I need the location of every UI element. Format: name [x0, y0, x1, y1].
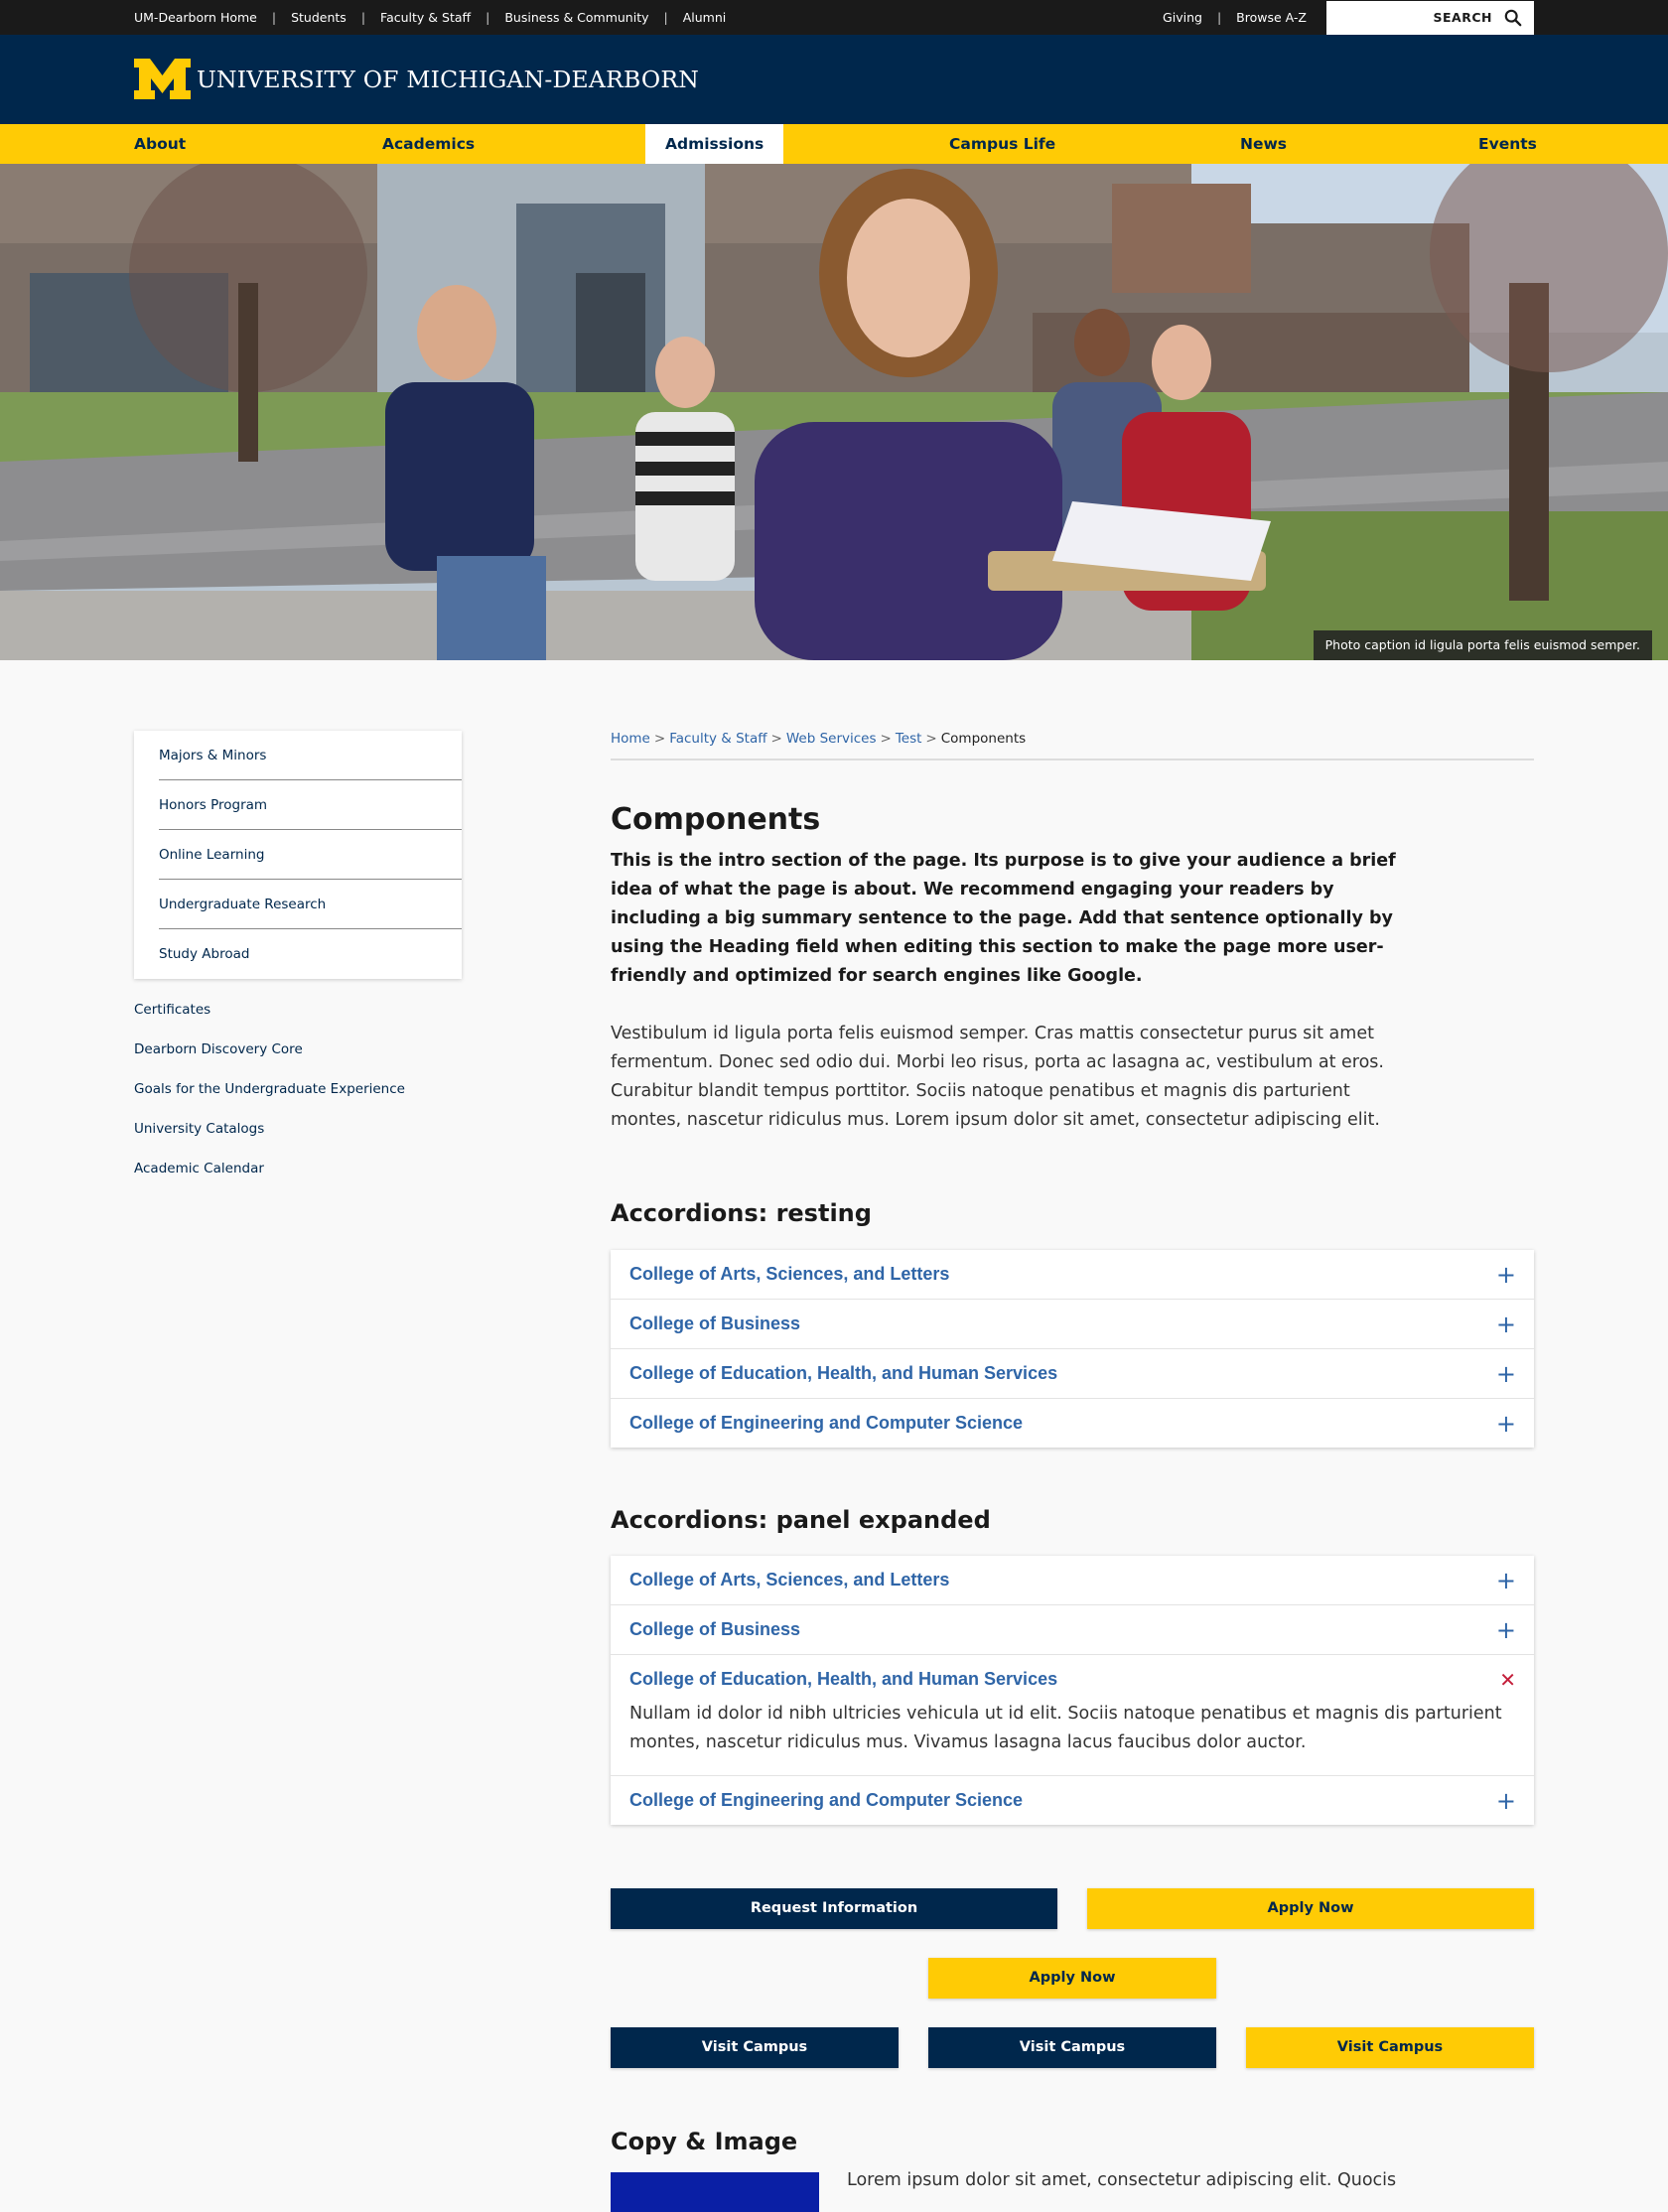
accordion-item-title: College of Arts, Sciences, and Letters: [629, 1570, 950, 1590]
sidebar-item-goals[interactable]: Goals for the Undergraduate Experience: [134, 1078, 462, 1118]
accordion-item-title: College of Business: [629, 1619, 801, 1639]
apply-now-button[interactable]: Apply Now: [1087, 1888, 1534, 1929]
request-information-button[interactable]: Request Information: [611, 1888, 1057, 1929]
hero-image: Photo caption id ligula porta felis euis…: [0, 164, 1668, 660]
separator: |: [271, 10, 277, 25]
accordion-item[interactable]: College of Engineering and Computer Scie…: [611, 1775, 1534, 1825]
breadcrumb: Home > Faculty & Staff > Web Services > Test > C…: [611, 731, 1534, 760]
visit-campus-button[interactable]: Visit Campus: [1246, 2027, 1534, 2068]
sidebar-item-honors-program[interactable]: Honors Program: [159, 780, 462, 830]
utility-link-um-dearborn-home[interactable]: UM-Dearborn Home: [134, 10, 257, 25]
breadcrumb-link-home[interactable]: Home: [611, 731, 650, 747]
separator: |: [1216, 10, 1222, 25]
breadcrumb-separator: >: [653, 731, 666, 747]
accordions-resting-title: Accordions: resting: [611, 1199, 872, 1227]
plus-icon: +: [1495, 1359, 1516, 1388]
photo-caption: Photo caption id ligula porta felis euis…: [1313, 630, 1652, 660]
breadcrumb-separator: >: [925, 731, 937, 747]
university-wordmark: UNIVERSITY OF MICHIGAN-DEARBORN: [197, 65, 699, 93]
separator: |: [663, 10, 668, 25]
plus-icon: +: [1495, 1786, 1516, 1815]
sidebar-item-dearborn-discovery-core[interactable]: Dearborn Discovery Core: [134, 1038, 462, 1078]
copy-image-thumbnail: [611, 2172, 819, 2212]
apply-now-button-centered[interactable]: Apply Now: [928, 1958, 1216, 1999]
nav-item-academics[interactable]: Academics: [382, 124, 475, 164]
intro-text: This is the intro section of the page. I…: [611, 851, 1396, 986]
utility-link-faculty-staff[interactable]: Faculty & Staff: [380, 10, 471, 25]
utility-link-students[interactable]: Students: [291, 10, 347, 25]
nav-item-about[interactable]: About: [134, 124, 186, 164]
page-title: Components: [611, 802, 821, 837]
accordion-panel-text: Nullam id dolor id nibh ultricies vehicu…: [629, 1704, 1502, 1752]
nav-item-news[interactable]: News: [1240, 124, 1287, 164]
plus-icon: +: [1495, 1310, 1516, 1338]
accordion-item[interactable]: College of Business +: [611, 1299, 1534, 1348]
copy-image-title: Copy & Image: [611, 2128, 798, 2155]
utility-bar: UM-Dearborn Home | Students | Faculty & …: [0, 0, 1668, 35]
main-nav: About Academics Admissions Campus Life N…: [0, 124, 1668, 164]
sidebar-item-majors-minors[interactable]: Majors & Minors: [159, 731, 462, 780]
accordion-item[interactable]: College of Engineering and Computer Scie…: [611, 1398, 1534, 1448]
breadcrumb-link-web-services[interactable]: Web Services: [786, 731, 877, 747]
university-logo-link[interactable]: UNIVERSITY OF MICHIGAN-DEARBORN: [134, 59, 699, 99]
utility-links: UM-Dearborn Home | Students | Faculty & …: [134, 10, 726, 25]
sidebar-item-university-catalogs[interactable]: University Catalogs: [134, 1118, 462, 1158]
accordion-item[interactable]: College of Business +: [611, 1604, 1534, 1654]
accordion-item-title: College of Arts, Sciences, and Letters: [629, 1264, 950, 1284]
breadcrumb-separator: >: [880, 731, 892, 747]
accordion-item-expanded[interactable]: College of Education, Health, and Human …: [611, 1654, 1534, 1775]
sidebar-item-certificates[interactable]: Certificates: [134, 999, 462, 1038]
search-button[interactable]: SEARCH: [1326, 0, 1534, 35]
accordion-item-title: College of Engineering and Computer Scie…: [629, 1790, 1024, 1810]
accordion-item-title: College of Business: [629, 1313, 801, 1333]
accordion-item[interactable]: College of Education, Health, and Human …: [611, 1348, 1534, 1398]
accordion-item[interactable]: College of Arts, Sciences, and Letters +: [611, 1556, 1534, 1604]
utility-link-business-community[interactable]: Business & Community: [504, 10, 648, 25]
brand-bar: UNIVERSITY OF MICHIGAN-DEARBORN: [0, 35, 1668, 124]
search-label: SEARCH: [1433, 10, 1492, 25]
accordions-expanded-title: Accordions: panel expanded: [611, 1506, 991, 1534]
block-m-logo-icon: [134, 59, 191, 99]
accordion-item[interactable]: College of Arts, Sciences, and Letters +: [611, 1250, 1534, 1299]
close-icon[interactable]: ✕: [1499, 1670, 1516, 1690]
sidebar-item-undergraduate-research[interactable]: Undergraduate Research: [159, 880, 462, 929]
nav-item-admissions[interactable]: Admissions: [645, 124, 784, 164]
plus-icon: +: [1495, 1566, 1516, 1594]
search-icon: [1504, 9, 1522, 26]
visit-campus-button[interactable]: Visit Campus: [928, 2027, 1216, 2068]
breadcrumb-link-test[interactable]: Test: [896, 731, 922, 747]
breadcrumb-link-faculty-staff[interactable]: Faculty & Staff: [669, 731, 766, 747]
utility-link-alumni[interactable]: Alumni: [683, 10, 727, 25]
utility-link-browse-az[interactable]: Browse A-Z: [1236, 10, 1307, 25]
sidebar: Majors & Minors Honors Program Online Le…: [134, 731, 462, 1197]
visit-campus-button[interactable]: Visit Campus: [611, 2027, 899, 2068]
sidebar-boxed-list: Majors & Minors Honors Program Online Le…: [134, 731, 462, 979]
sidebar-item-academic-calendar[interactable]: Academic Calendar: [134, 1158, 462, 1197]
nav-item-campus-life[interactable]: Campus Life: [949, 124, 1055, 164]
accordion-item-title: College of Education, Health, and Human …: [629, 1669, 1058, 1689]
plus-icon: +: [1495, 1409, 1516, 1438]
plus-icon: +: [1495, 1615, 1516, 1644]
sidebar-item-study-abroad[interactable]: Study Abroad: [159, 929, 462, 979]
copy-image-text: Lorem ipsum dolor sit amet, consectetur …: [847, 2170, 1397, 2190]
utility-link-giving[interactable]: Giving: [1163, 10, 1202, 25]
hero-photo: [0, 164, 1668, 660]
breadcrumb-current: Components: [940, 731, 1027, 747]
separator: |: [360, 10, 366, 25]
sidebar-plain-list: Certificates Dearborn Discovery Core Goa…: [134, 999, 462, 1197]
accordion-expanded: College of Arts, Sciences, and Letters + …: [611, 1556, 1534, 1825]
breadcrumb-separator: >: [770, 731, 782, 747]
sidebar-item-online-learning[interactable]: Online Learning: [159, 830, 462, 880]
accordion-resting: College of Arts, Sciences, and Letters + …: [611, 1250, 1534, 1448]
plus-icon: +: [1495, 1260, 1516, 1289]
accordion-item-title: College of Education, Health, and Human …: [629, 1363, 1058, 1383]
main-content: Home > Faculty & Staff > Web Services > Test > C…: [611, 731, 1534, 1135]
nav-item-events[interactable]: Events: [1478, 124, 1537, 164]
accordion-item-title: College of Engineering and Computer Scie…: [629, 1413, 1024, 1433]
separator: |: [486, 10, 490, 25]
body-text: Vestibulum id ligula porta felis euismod…: [611, 1024, 1384, 1130]
